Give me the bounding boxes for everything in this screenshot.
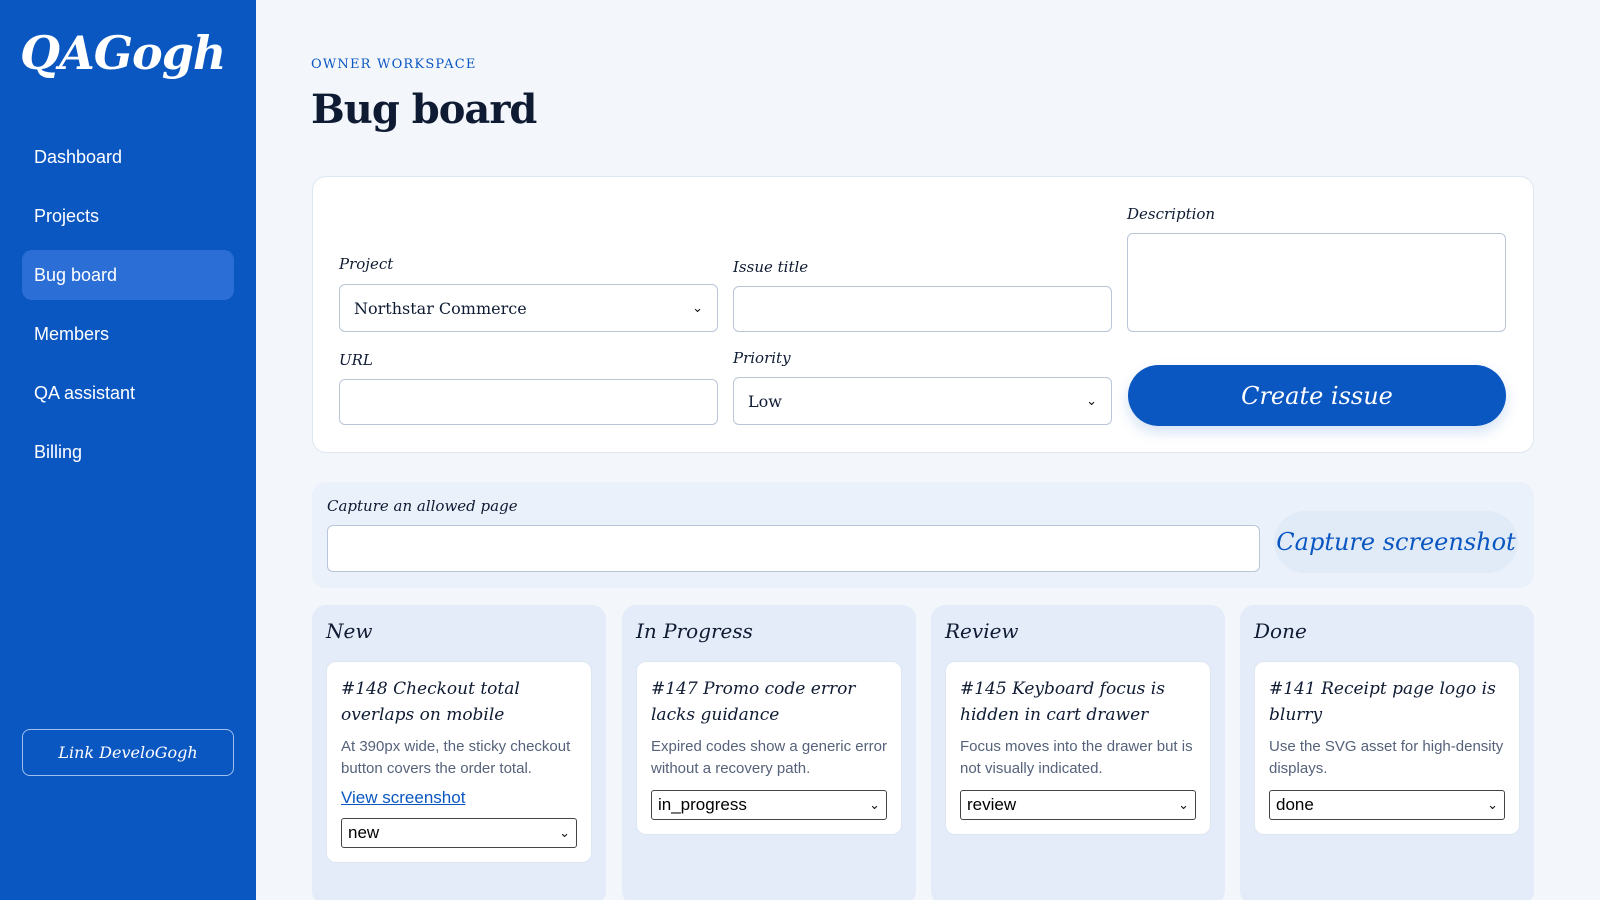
status-select-value: new [348,823,380,842]
column-done: Done #141 Receipt page logo is blurry Us… [1240,605,1534,900]
url-label: URL [339,351,373,369]
column-title: Done [1254,619,1307,643]
sidebar: QAGogh Dashboard Projects Bug board Memb… [0,0,256,900]
capture-screenshot-button[interactable]: Capture screenshot [1274,511,1518,573]
chevron-down-icon: ⌄ [1487,797,1498,813]
issue-title: #147 Promo code error lacks guidance [651,679,856,725]
issue-description: Use the SVG asset for high-density displ… [1269,738,1504,777]
issue-card[interactable]: #141 Receipt page logo is blurry Use the… [1254,661,1520,835]
project-label: Project [339,255,394,273]
column-title: New [326,619,373,643]
workspace-eyebrow: OWNER WORKSPACE [311,57,477,72]
app-logo[interactable]: QAGogh [20,26,226,80]
sidebar-item-bug-board[interactable]: Bug board [22,250,234,300]
sidebar-item-members[interactable]: Members [22,309,234,359]
issue-card[interactable]: #147 Promo code error lacks guidance Exp… [636,661,902,835]
priority-select-value: Low [748,391,782,411]
chevron-down-icon: ⌄ [692,300,703,316]
status-select-value: done [1276,795,1314,814]
issue-title: #148 Checkout total overlaps on mobile [341,679,520,725]
column-new: New #148 Checkout total overlaps on mobi… [312,605,606,900]
create-issue-button[interactable]: Create issue [1128,365,1506,426]
status-select-value: review [967,795,1017,814]
issue-title: #145 Keyboard focus is hidden in cart dr… [960,679,1165,725]
view-screenshot-link[interactable]: View screenshot [341,788,577,808]
status-select[interactable]: in_progress ⌄ [651,790,887,820]
project-select[interactable]: Northstar Commerce ⌄ [339,284,718,332]
issue-title-input[interactable] [733,286,1112,332]
column-title: Review [945,619,1019,643]
capture-label: Capture an allowed page [327,497,518,515]
issue-description: Focus moves into the drawer but is not v… [960,738,1193,777]
issue-card[interactable]: #148 Checkout total overlaps on mobile A… [326,661,592,863]
link-develogogh-button[interactable]: Link DeveloGogh [22,729,234,776]
page-title: Bug board [311,86,537,133]
description-label: Description [1127,205,1216,223]
issue-title-label: Issue title [733,258,809,276]
chevron-down-icon: ⌄ [1178,797,1189,813]
column-title: In Progress [636,619,753,643]
chevron-down-icon: ⌄ [559,825,570,841]
issue-title: #141 Receipt page logo is blurry [1269,679,1496,725]
status-select[interactable]: review ⌄ [960,790,1196,820]
chevron-down-icon: ⌄ [869,797,880,813]
sidebar-nav: Dashboard Projects Bug board Members QA … [22,132,234,486]
status-select[interactable]: new ⌄ [341,818,577,848]
column-review: Review #145 Keyboard focus is hidden in … [931,605,1225,900]
sidebar-item-projects[interactable]: Projects [22,191,234,241]
sidebar-item-dashboard[interactable]: Dashboard [22,132,234,182]
chevron-down-icon: ⌄ [1086,393,1097,409]
capture-url-input[interactable] [327,525,1260,572]
description-textarea[interactable] [1127,233,1506,332]
sidebar-item-billing[interactable]: Billing [22,427,234,477]
status-select[interactable]: done ⌄ [1269,790,1505,820]
issue-description: Expired codes show a generic error witho… [651,738,887,777]
column-in-progress: In Progress #147 Promo code error lacks … [622,605,916,900]
priority-select[interactable]: Low ⌄ [733,377,1112,425]
issue-description: At 390px wide, the sticky checkout butto… [341,738,571,777]
status-select-value: in_progress [658,795,747,814]
issue-card[interactable]: #145 Keyboard focus is hidden in cart dr… [945,661,1211,835]
url-input[interactable] [339,379,718,425]
sidebar-item-qa-assistant[interactable]: QA assistant [22,368,234,418]
project-select-value: Northstar Commerce [354,298,527,318]
priority-label: Priority [733,349,791,367]
